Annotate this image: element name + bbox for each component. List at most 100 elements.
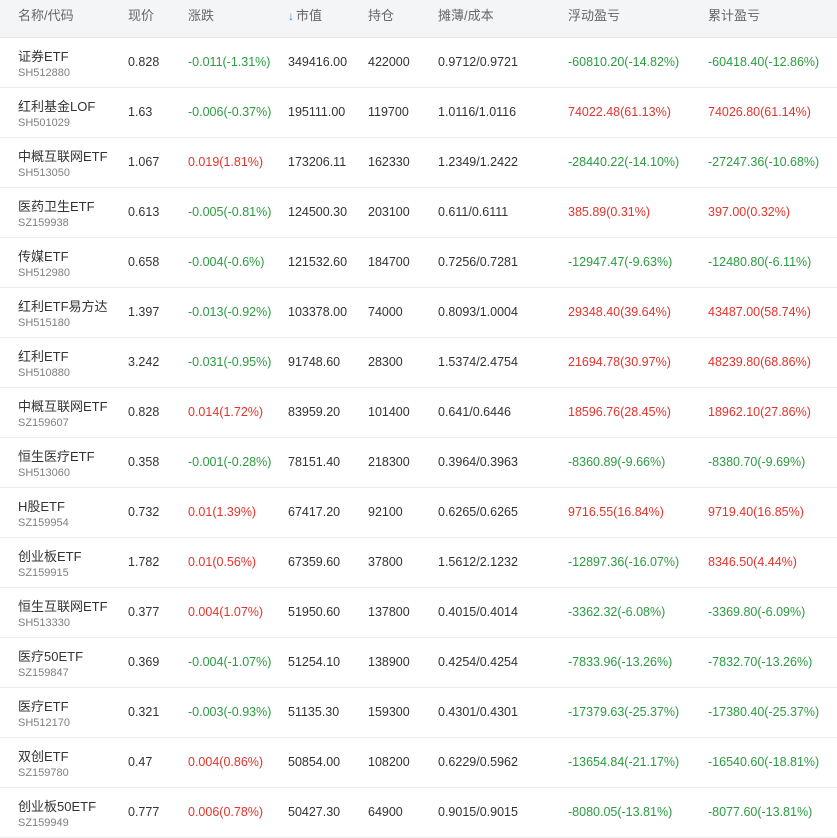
market-value: 51950.60 [288, 605, 341, 619]
cost-basis: 0.9712/0.9721 [438, 55, 518, 69]
column-header-change[interactable]: 涨跌 [188, 0, 214, 31]
fund-code: SH513050 [18, 167, 70, 179]
table-row[interactable]: 创业板50ETF SZ159949 0.777 0.006(0.78%) 50427.3… [0, 788, 837, 838]
cost-basis: 0.4254/0.4254 [438, 655, 518, 669]
market-value: 78151.40 [288, 455, 341, 469]
table-row[interactable]: 证券ETF SH512880 0.828 -0.011(-1.31%) 349416.0… [0, 38, 837, 88]
table-row[interactable]: 医疗ETF SH512170 0.321 -0.003(-0.93%) 51135.30… [0, 688, 837, 738]
holding-quantity: 422000 [368, 55, 410, 69]
holding-quantity: 159300 [368, 705, 410, 719]
floating-pl: -8080.05(-13.81%) [568, 805, 673, 819]
holding-quantity: 37800 [368, 555, 403, 569]
holding-quantity: 92100 [368, 505, 403, 519]
fund-code: SH512880 [18, 67, 70, 79]
table-row[interactable]: 中概互联网ETF SZ159607 0.828 0.014(1.72%) 83959.2… [0, 388, 837, 438]
cost-basis: 0.7256/0.7281 [438, 255, 518, 269]
holding-quantity: 28300 [368, 355, 403, 369]
price-change: -0.031(-0.95%) [188, 355, 272, 369]
cost-basis: 0.6265/0.6265 [438, 505, 518, 519]
fund-name: 中概互联网ETF [18, 149, 108, 164]
current-price: 0.321 [128, 705, 160, 719]
current-price: 3.242 [128, 355, 160, 369]
holding-quantity: 119700 [368, 105, 409, 119]
price-change: 0.01(0.56%) [188, 555, 257, 569]
total-pl: 9719.40(16.85%) [708, 505, 804, 519]
table-row[interactable]: 中概互联网ETF SH513050 1.067 0.019(1.81%) 173206.… [0, 138, 837, 188]
current-price: 0.47 [128, 755, 153, 769]
price-change: -0.004(-0.6%) [188, 255, 265, 269]
column-header-market-value[interactable]: ↓ 市值 [288, 0, 322, 32]
fund-code: SZ159949 [18, 817, 69, 829]
table-row[interactable]: H股ETF SZ159954 0.732 0.01(1.39%) 67417.20 921… [0, 488, 837, 538]
fund-name: 红利ETF [18, 349, 69, 364]
fund-code: SH515180 [18, 317, 70, 329]
floating-pl: -12947.47(-9.63%) [568, 255, 673, 269]
table-row[interactable]: 医药卫生ETF SZ159938 0.613 -0.005(-0.81%) 124500… [0, 188, 837, 238]
fund-name: 红利ETF易方达 [18, 299, 108, 314]
table-row[interactable]: 双创ETF SZ159780 0.47 0.004(0.86%) 50854.00 108… [0, 738, 837, 788]
column-header-holding[interactable]: 持仓 [368, 0, 394, 31]
fund-name: 创业板50ETF [18, 799, 97, 814]
floating-pl: 9716.55(16.84%) [568, 505, 664, 519]
total-pl: -8380.70(-9.69%) [708, 455, 806, 469]
total-pl: 48239.80(68.86%) [708, 355, 811, 369]
market-value: 50427.30 [288, 805, 341, 819]
price-change: 0.014(1.72%) [188, 405, 264, 419]
fund-name: 医药卫生ETF [18, 199, 95, 214]
column-header-name-code[interactable]: 名称/代码 [18, 0, 74, 31]
current-price: 0.369 [128, 655, 160, 669]
column-header-cost[interactable]: 摊薄/成本 [438, 0, 494, 31]
floating-pl: -60810.20(-14.82%) [568, 55, 680, 69]
fund-code: SH510880 [18, 367, 70, 379]
table-row[interactable]: 恒生医疗ETF SH513060 0.358 -0.001(-0.28%) 78151.… [0, 438, 837, 488]
holding-quantity: 203100 [368, 205, 410, 219]
table-row[interactable]: 传媒ETF SH512980 0.658 -0.004(-0.6%) 121532.60… [0, 238, 837, 288]
cost-basis: 0.9015/0.9015 [438, 805, 518, 819]
fund-name: 红利基金LOF [18, 99, 96, 114]
market-value: 51254.10 [288, 655, 341, 669]
cost-basis: 1.0116/1.0116 [438, 105, 517, 119]
total-pl: -7832.70(-13.26%) [708, 655, 813, 669]
total-pl: -27247.36(-10.68%) [708, 155, 820, 169]
cost-basis: 1.5374/2.4754 [438, 355, 518, 369]
fund-code: SH513060 [18, 467, 70, 479]
current-price: 1.397 [128, 305, 160, 319]
table-row[interactable]: 红利ETF SH510880 3.242 -0.031(-0.95%) 91748.60… [0, 338, 837, 388]
fund-name: H股ETF [18, 499, 65, 514]
holding-quantity: 108200 [368, 755, 410, 769]
total-pl: 43487.00(58.74%) [708, 305, 811, 319]
fund-name: 医疗50ETF [18, 649, 84, 664]
holding-quantity: 162330 [368, 155, 410, 169]
table-row[interactable]: 红利基金LOF SH501029 1.63 -0.006(-0.37%) 195111.… [0, 88, 837, 138]
column-header-price[interactable]: 现价 [128, 0, 154, 31]
fund-code: SH512170 [18, 717, 70, 729]
price-change: -0.001(-0.28%) [188, 455, 272, 469]
current-price: 0.613 [128, 205, 160, 219]
cost-basis: 1.5612/2.1232 [438, 555, 518, 569]
column-header-floating-pl[interactable]: 浮动盈亏 [568, 0, 620, 31]
cost-basis: 0.611/0.6111 [438, 205, 509, 219]
fund-code: SZ159780 [18, 767, 69, 779]
current-price: 0.777 [128, 805, 160, 819]
current-price: 0.828 [128, 55, 160, 69]
total-pl: 8346.50(4.44%) [708, 555, 797, 569]
price-change: 0.006(0.78%) [188, 805, 264, 819]
fund-name: 恒生医疗ETF [18, 449, 95, 464]
fund-code: SH513330 [18, 617, 70, 629]
market-value: 195111.00 [288, 105, 346, 119]
holding-quantity: 101400 [368, 405, 410, 419]
floating-pl: -3362.32(-6.08%) [568, 605, 666, 619]
fund-name: 双创ETF [18, 749, 69, 764]
market-value: 67359.60 [288, 555, 341, 569]
table-row[interactable]: 创业板ETF SZ159915 1.782 0.01(0.56%) 67359.60 37… [0, 538, 837, 588]
current-price: 0.828 [128, 405, 160, 419]
column-header-total-pl[interactable]: 累计盈亏 [708, 0, 760, 31]
fund-name: 传媒ETF [18, 249, 69, 264]
market-value: 124500.30 [288, 205, 348, 219]
total-pl: -8077.60(-13.81%) [708, 805, 813, 819]
table-row[interactable]: 医疗50ETF SZ159847 0.369 -0.004(-1.07%) 51254.… [0, 638, 837, 688]
floating-pl: 385.89(0.31%) [568, 205, 651, 219]
table-row[interactable]: 恒生互联网ETF SH513330 0.377 0.004(1.07%) 51950.6… [0, 588, 837, 638]
table-row[interactable]: 红利ETF易方达 SH515180 1.397 -0.013(-0.92%) 10337… [0, 288, 837, 338]
price-change: 0.01(1.39%) [188, 505, 257, 519]
